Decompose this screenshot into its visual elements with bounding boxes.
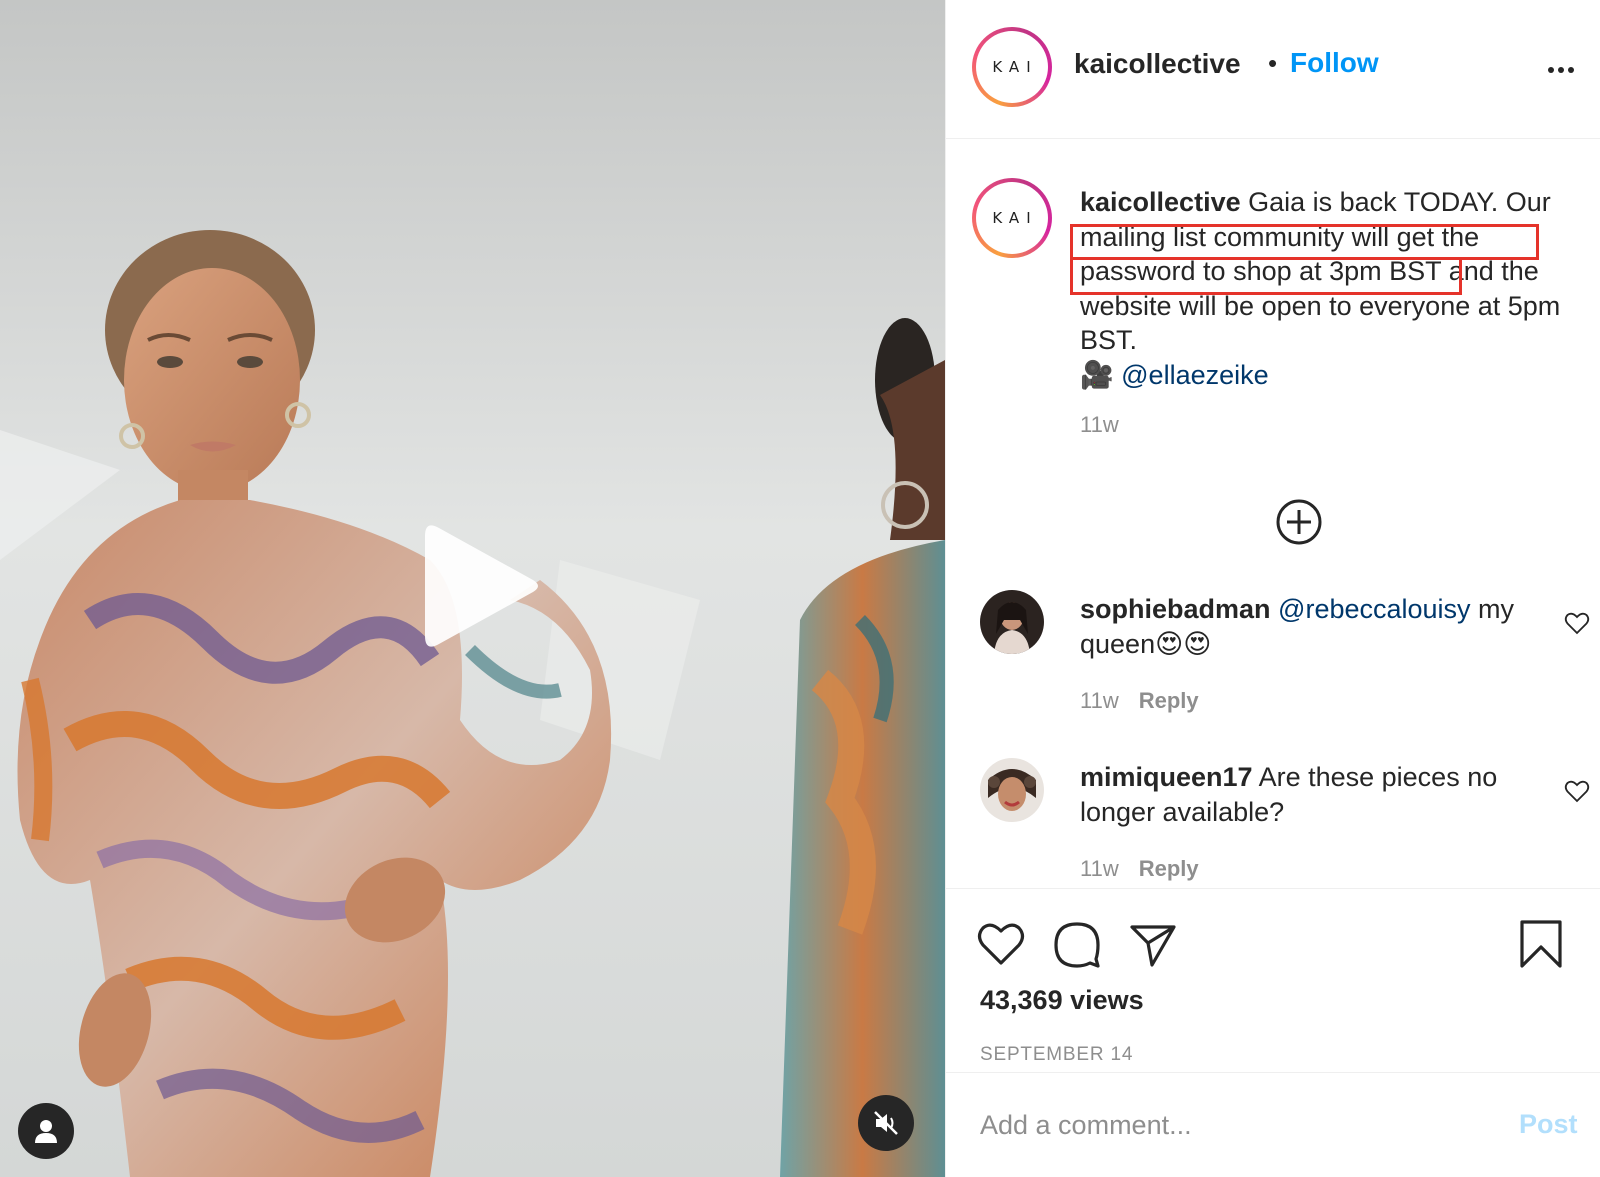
commenter-username-link[interactable]: mimiqueen17 — [1080, 762, 1253, 792]
bookmark-icon — [1520, 920, 1562, 968]
highlight-box — [1070, 224, 1539, 260]
header-separator: • — [1268, 48, 1278, 78]
post-header: KAI kaicollective • Follow — [946, 0, 1600, 139]
mute-toggle-button[interactable] — [858, 1095, 914, 1151]
heart-icon — [1564, 780, 1590, 803]
author-username-link[interactable]: kaicollective — [1074, 48, 1241, 80]
caption-username-link[interactable]: kaicollective — [1080, 187, 1241, 217]
follow-button[interactable]: Follow — [1290, 47, 1379, 79]
like-button[interactable] — [976, 919, 1026, 969]
comment-input[interactable] — [980, 1103, 1480, 1147]
avatar-logo-text: KAI — [976, 182, 1048, 254]
tagged-users-button[interactable] — [18, 1103, 74, 1159]
post-date[interactable]: SEPTEMBER 14 — [980, 1044, 1133, 1066]
user-icon — [35, 1120, 57, 1143]
camera-emoji-icon: 🎥 — [1080, 359, 1114, 390]
reply-button[interactable]: Reply — [1139, 688, 1199, 713]
paper-plane-icon — [1130, 925, 1176, 967]
commenter-avatar[interactable] — [980, 758, 1044, 822]
caption-timestamp[interactable]: 11w — [1080, 412, 1119, 438]
view-count[interactable]: 43,369 views — [980, 985, 1144, 1016]
load-more-comments-button[interactable] — [1274, 497, 1324, 547]
save-button[interactable] — [1516, 919, 1566, 969]
post-actions-footer: 43,369 views SEPTEMBER 14 Post — [946, 888, 1600, 1177]
avatar-logo-text: KAI — [976, 31, 1048, 103]
comment-icon — [1054, 922, 1100, 968]
muted-speaker-icon — [874, 1111, 898, 1135]
more-options-icon[interactable] — [1548, 60, 1580, 73]
play-button[interactable] — [415, 518, 545, 653]
highlight-box — [1070, 257, 1462, 295]
comments-scroll-area[interactable]: KAI kaicollective Gaia is back TODAY. Ou… — [946, 140, 1600, 888]
share-button[interactable] — [1128, 919, 1178, 969]
heart-icon — [1564, 612, 1590, 635]
caption-mention-link[interactable]: @ellaezeike — [1121, 360, 1269, 390]
post-media[interactable] — [0, 0, 945, 1177]
comment-timestamp[interactable]: 11w — [1080, 856, 1119, 881]
comment-text: mimiqueen17 Are these pieces no longer a… — [1080, 760, 1530, 829]
author-avatar[interactable]: KAI — [972, 27, 1052, 107]
play-icon — [425, 525, 538, 647]
comment-mention-link[interactable]: @rebeccalouisy — [1278, 594, 1471, 624]
comment-text: sophiebadman @rebeccalouisy my queen😍😍 — [1080, 592, 1530, 661]
post-comment-button[interactable]: Post — [1519, 1109, 1578, 1140]
comment-button[interactable] — [1052, 919, 1102, 969]
comment-meta: 11w Reply — [1080, 688, 1199, 714]
commenter-avatar[interactable] — [980, 590, 1044, 654]
comment-timestamp[interactable]: 11w — [1080, 688, 1119, 713]
heart-icon — [977, 923, 1025, 965]
post-sidebar: KAI kaicollective • Follow KAI kaicollec… — [945, 0, 1600, 1177]
add-comment-section: Post — [946, 1072, 1600, 1177]
comment-like-button[interactable] — [1564, 610, 1590, 636]
reply-button[interactable]: Reply — [1139, 856, 1199, 881]
plus-circle-icon — [1276, 499, 1322, 545]
comment-like-button[interactable] — [1564, 778, 1590, 804]
commenter-username-link[interactable]: sophiebadman — [1080, 594, 1271, 624]
caption-avatar[interactable]: KAI — [972, 178, 1052, 258]
comment-meta: 11w Reply — [1080, 856, 1199, 882]
caption-text-part: Gaia is back TODAY. Our — [1240, 187, 1551, 217]
